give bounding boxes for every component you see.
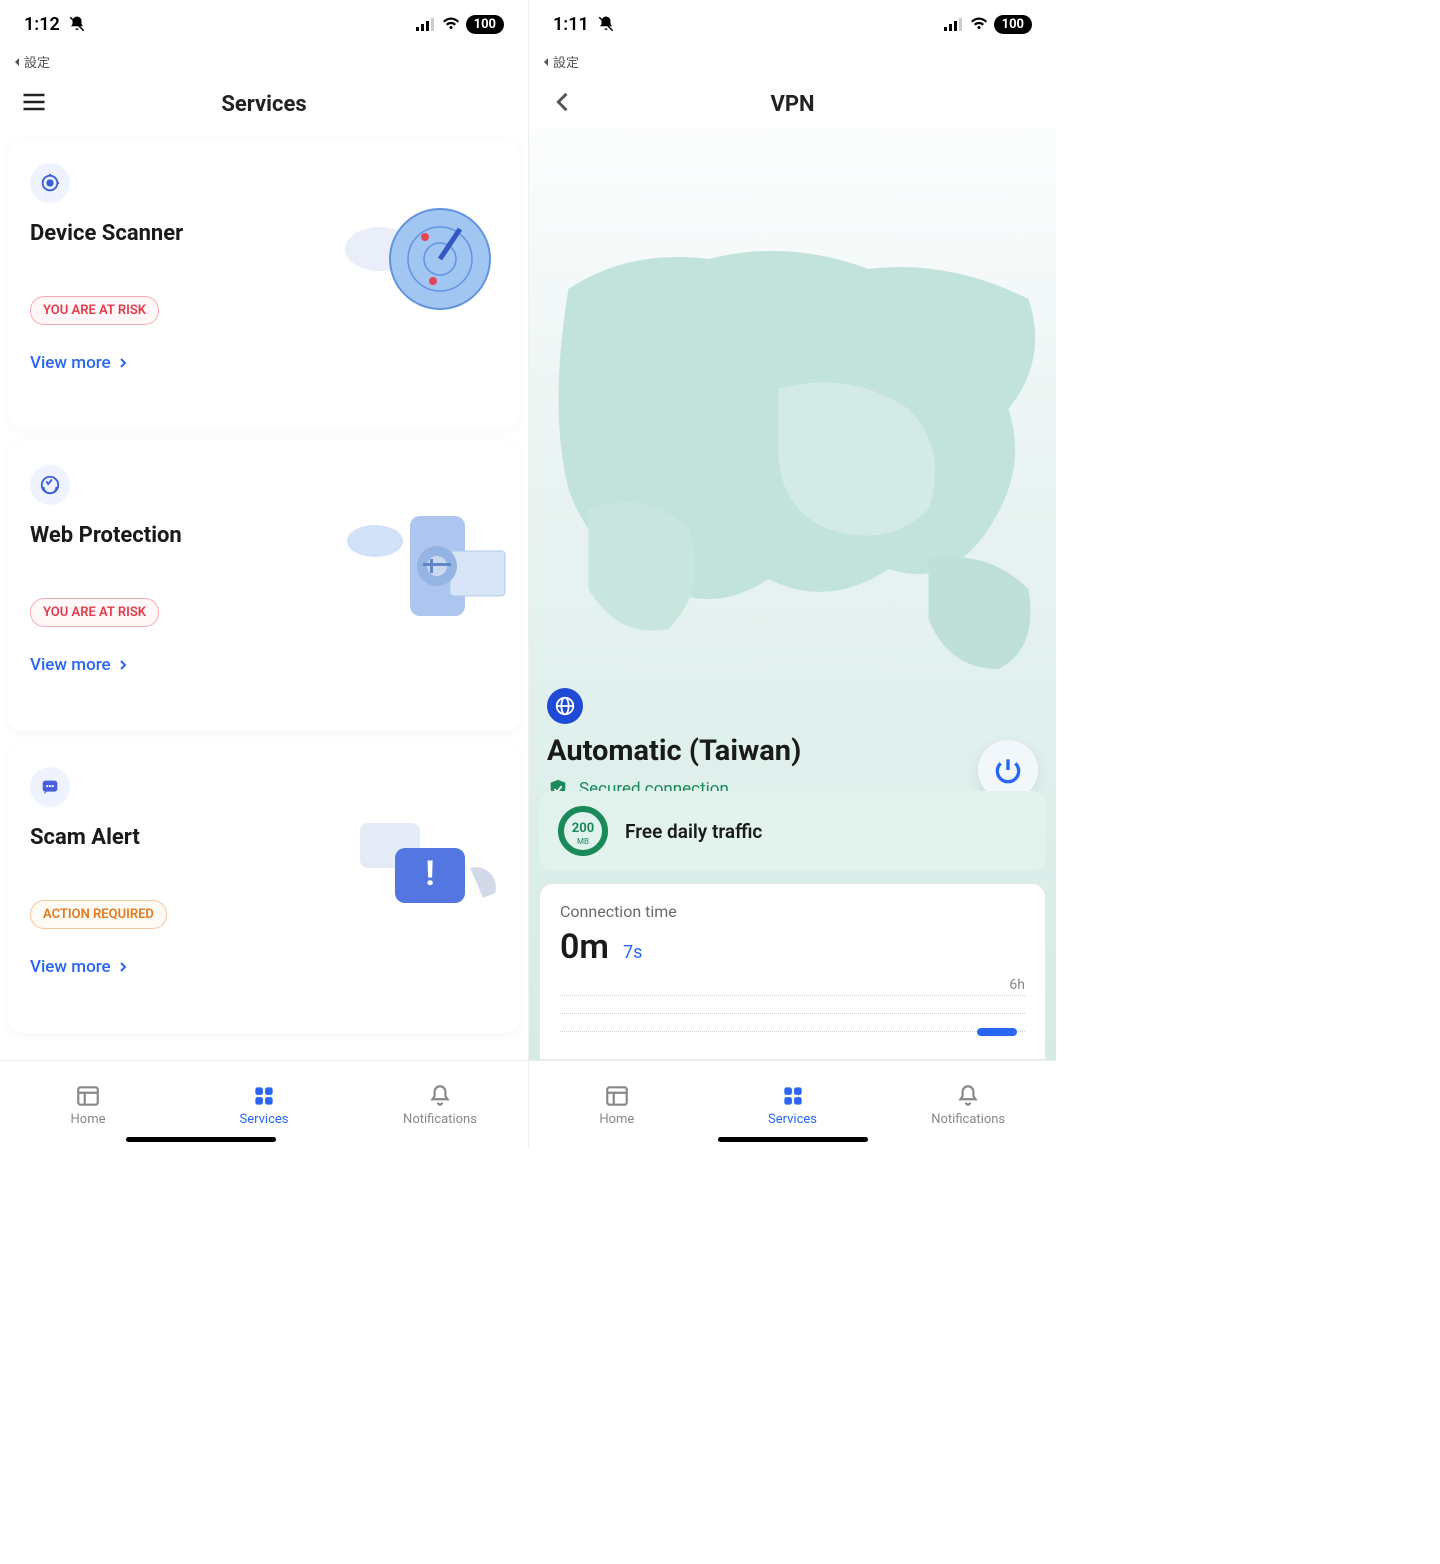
home-icon bbox=[604, 1083, 630, 1109]
svg-text:200: 200 bbox=[572, 821, 594, 836]
svg-text:MB: MB bbox=[577, 837, 589, 846]
bell-icon bbox=[955, 1083, 981, 1109]
bell-icon bbox=[427, 1083, 453, 1109]
status-bar: 1:12 100 bbox=[0, 0, 528, 48]
traffic-indicator[interactable]: 200MB Free daily traffic bbox=[539, 791, 1046, 871]
tab-services[interactable]: Services bbox=[705, 1061, 881, 1148]
vpn-map[interactable]: Automatic (Taiwan) Secured connection 20… bbox=[529, 129, 1056, 1060]
wifi-icon bbox=[970, 17, 988, 31]
risk-badge: YOU ARE AT RISK bbox=[30, 598, 159, 627]
vpn-location-title[interactable]: Automatic (Taiwan) bbox=[547, 734, 1038, 768]
chart-gridline bbox=[560, 1031, 1025, 1049]
bell-off-icon bbox=[68, 15, 86, 33]
chevron-right-icon bbox=[117, 659, 129, 671]
nav-header: VPN bbox=[529, 79, 1056, 129]
grid-icon bbox=[780, 1083, 806, 1109]
chat-alert-illustration: ! bbox=[330, 793, 510, 953]
tab-home[interactable]: Home bbox=[529, 1061, 705, 1148]
tab-bar: Home Services Notifications bbox=[0, 1060, 528, 1148]
connection-card: Connection time 0m 7s 6h bbox=[539, 883, 1046, 1060]
chevron-left-icon bbox=[549, 88, 577, 116]
battery-level: 100 bbox=[994, 15, 1032, 34]
tab-notifications[interactable]: Notifications bbox=[352, 1061, 528, 1148]
home-indicator[interactable] bbox=[126, 1137, 276, 1142]
chevron-right-icon bbox=[117, 357, 129, 369]
back-to-app-link[interactable]: 設定 bbox=[529, 48, 1056, 79]
battery-level: 100 bbox=[466, 15, 504, 34]
vpn-location-section: Automatic (Taiwan) Secured connection bbox=[547, 688, 1038, 800]
back-to-app-link[interactable]: 設定 bbox=[0, 48, 528, 79]
action-badge: ACTION REQUIRED bbox=[30, 900, 167, 929]
home-indicator[interactable] bbox=[718, 1137, 868, 1142]
connection-time-seconds: 7s bbox=[623, 942, 642, 963]
view-more-link[interactable]: View more bbox=[30, 353, 498, 373]
wifi-icon bbox=[442, 17, 460, 31]
service-card-device-scanner[interactable]: Device Scanner YOU ARE AT RISK View more bbox=[8, 139, 520, 429]
chart-bar bbox=[977, 1028, 1017, 1036]
scam-alert-icon bbox=[30, 767, 70, 807]
traffic-gauge-icon: 200MB bbox=[557, 805, 609, 857]
chart-gridline bbox=[560, 995, 1025, 1013]
phone-safe-illustration bbox=[330, 491, 510, 651]
bell-off-icon bbox=[597, 15, 615, 33]
risk-badge: YOU ARE AT RISK bbox=[30, 296, 159, 325]
view-more-link[interactable]: View more bbox=[30, 957, 498, 977]
hamburger-icon bbox=[20, 88, 48, 116]
page-title: Services bbox=[221, 92, 306, 117]
globe-icon bbox=[547, 688, 583, 724]
back-button[interactable] bbox=[549, 88, 577, 120]
status-bar: 1:11 100 bbox=[529, 0, 1056, 48]
home-icon bbox=[75, 1083, 101, 1109]
svg-text:!: ! bbox=[425, 854, 434, 894]
grid-icon bbox=[251, 1083, 277, 1109]
nav-header: Services bbox=[0, 79, 528, 129]
page-title: VPN bbox=[770, 92, 814, 117]
radar-illustration bbox=[330, 189, 510, 349]
traffic-label: Free daily traffic bbox=[625, 820, 762, 843]
service-card-scam-alert[interactable]: Scam Alert ACTION REQUIRED View more ! bbox=[8, 743, 520, 1033]
device-scanner-icon bbox=[30, 163, 70, 203]
signal-icon bbox=[944, 17, 964, 31]
chart-axis-label: 6h bbox=[560, 977, 1025, 993]
connection-time-main: 0m bbox=[560, 927, 609, 967]
power-icon bbox=[992, 754, 1024, 786]
view-more-link[interactable]: View more bbox=[30, 655, 498, 675]
service-card-web-protection[interactable]: Web Protection YOU ARE AT RISK View more bbox=[8, 441, 520, 731]
tab-bar: Home Services Notifications bbox=[529, 1060, 1056, 1148]
tab-home[interactable]: Home bbox=[0, 1061, 176, 1148]
world-map-icon bbox=[529, 209, 1056, 709]
connection-title: Connection time bbox=[560, 902, 1025, 921]
signal-icon bbox=[416, 17, 436, 31]
chevron-right-icon bbox=[117, 961, 129, 973]
status-time: 1:11 bbox=[553, 14, 589, 35]
web-protection-icon bbox=[30, 465, 70, 505]
menu-button[interactable] bbox=[20, 88, 48, 120]
status-time: 1:12 bbox=[24, 14, 60, 35]
tab-services[interactable]: Services bbox=[176, 1061, 352, 1148]
chart-gridline bbox=[560, 1013, 1025, 1031]
tab-notifications[interactable]: Notifications bbox=[880, 1061, 1056, 1148]
